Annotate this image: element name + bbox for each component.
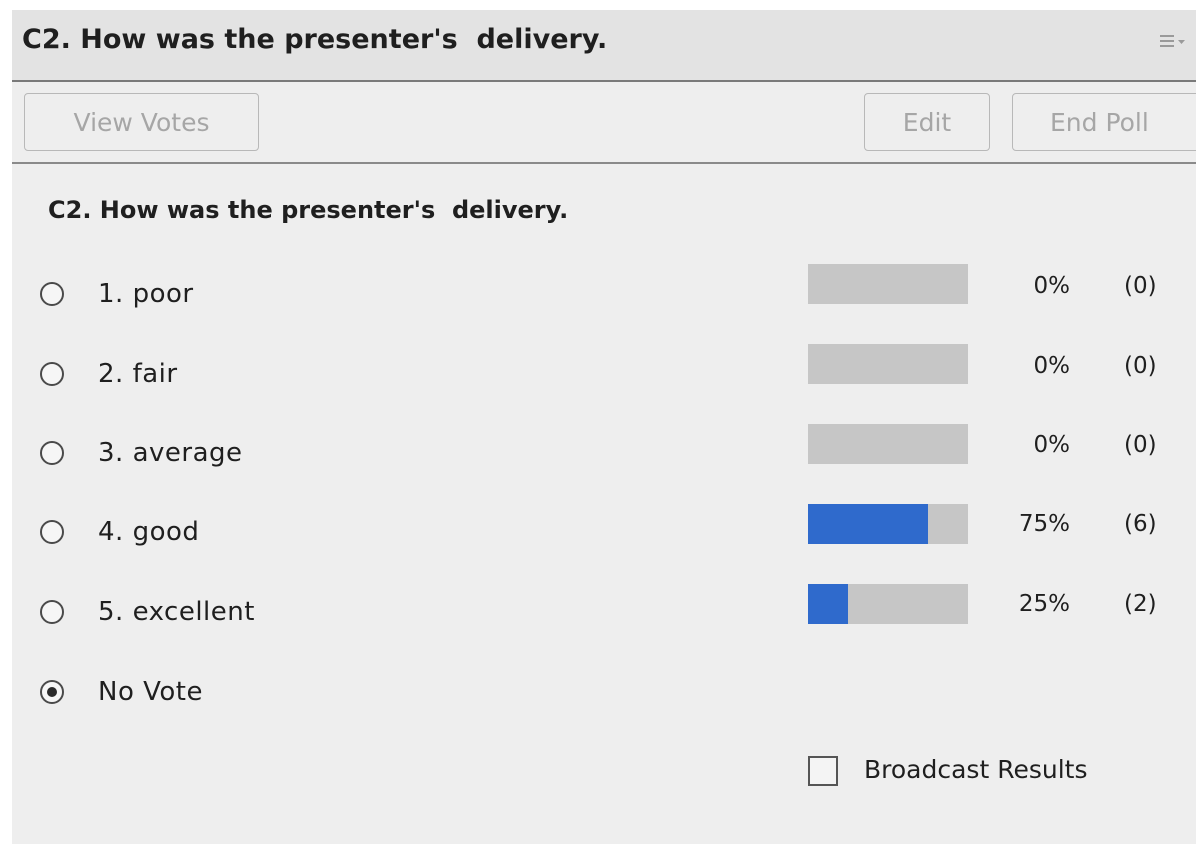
view-votes-button[interactable]: View Votes [24, 93, 259, 151]
option-radio[interactable] [40, 600, 64, 624]
option-label: 2. fair [98, 359, 178, 389]
option-label: 3. average [98, 438, 243, 468]
poll-title-bar: C2. How was the presenter's delivery. [12, 10, 1196, 82]
no-vote-option[interactable]: No Vote [12, 664, 1196, 724]
option-label: 4. good [98, 517, 200, 547]
no-vote-label: No Vote [98, 677, 203, 707]
result-count: (6) [1124, 511, 1157, 537]
option-radio[interactable] [40, 520, 64, 544]
result-percent: 25% [1018, 591, 1070, 617]
result-bar-track [808, 424, 968, 464]
poll-option-row[interactable]: 2. fair 0% (0) [12, 344, 1196, 406]
hamburger-menu-icon[interactable] [1158, 30, 1188, 54]
result-bar-track [808, 344, 968, 384]
option-label: 1. poor [98, 279, 194, 309]
result-bar-track [808, 504, 968, 544]
result-bar-track [808, 584, 968, 624]
poll-option-row[interactable]: 1. poor 0% (0) [12, 264, 1196, 326]
poll-question: C2. How was the presenter's delivery. [48, 196, 569, 224]
poll-title: C2. How was the presenter's delivery. [22, 24, 608, 55]
edit-button[interactable]: Edit [864, 93, 990, 151]
poll-option-row[interactable]: 3. average 0% (0) [12, 424, 1196, 485]
option-radio[interactable] [40, 282, 64, 306]
result-count: (0) [1124, 273, 1157, 299]
broadcast-results-label: Broadcast Results [864, 755, 1088, 784]
broadcast-results-checkbox[interactable] [808, 756, 838, 786]
poll-option-row[interactable]: 5. excellent 25% (2) [12, 584, 1196, 644]
result-bar-fill [808, 504, 928, 544]
poll-panel: C2. How was the presenter's delivery. Vi… [12, 10, 1196, 844]
option-radio[interactable] [40, 441, 64, 465]
result-percent: 0% [1033, 432, 1071, 458]
poll-option-row[interactable]: 4. good 75% (6) [12, 504, 1196, 564]
result-percent: 0% [1033, 353, 1071, 379]
result-count: (2) [1124, 591, 1157, 617]
result-count: (0) [1124, 353, 1157, 379]
result-percent: 0% [1033, 273, 1071, 299]
end-poll-button[interactable]: End Poll [1012, 93, 1196, 151]
poll-toolbar: View Votes Edit End Poll [12, 84, 1196, 164]
option-label: 5. excellent [98, 597, 255, 627]
result-bar-track [808, 264, 968, 304]
result-count: (0) [1124, 432, 1157, 458]
result-percent: 75% [1018, 511, 1070, 537]
option-radio[interactable] [40, 362, 64, 386]
result-bar-fill [808, 584, 848, 624]
no-vote-radio[interactable] [40, 680, 64, 704]
